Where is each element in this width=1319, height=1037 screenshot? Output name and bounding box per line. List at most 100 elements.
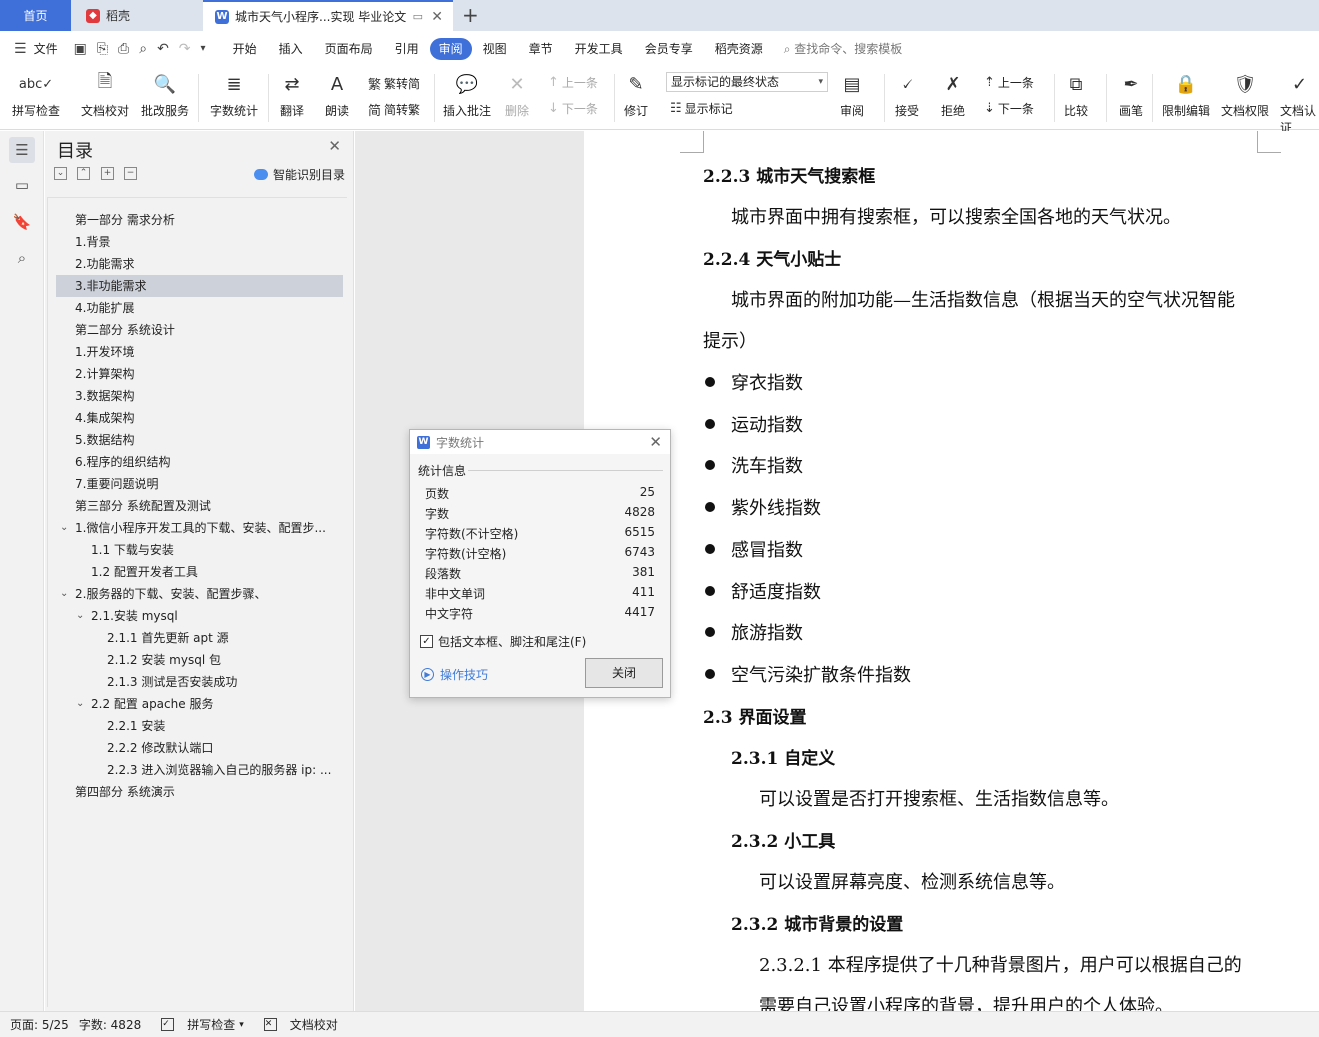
remove-heading-icon[interactable]: −	[124, 167, 137, 180]
batch-correct-button[interactable]: 🔍 批改服务	[141, 70, 189, 119]
dialog-titlebar[interactable]: W 字数统计	[410, 430, 670, 454]
toc-item[interactable]: ⌄ 2.2 配置 apache 服务	[56, 693, 343, 715]
simp-to-trad-button[interactable]: 简 简转繁	[368, 100, 420, 119]
track-changes-button[interactable]: ✎ 修订	[622, 70, 650, 119]
doc-cert-button[interactable]: ✓ 文档认证	[1280, 70, 1319, 136]
read-aloud-button[interactable]: A 朗读	[323, 70, 351, 119]
menu-item-docer-resources[interactable]: 稻壳资源	[704, 38, 774, 60]
tab-close-icon[interactable]: ✕	[431, 9, 443, 25]
spell-check-button[interactable]: abc✓ 拼写检查	[12, 70, 60, 119]
document-page[interactable]: 2.2.3 城市天气搜索框 城市界面中拥有搜索框，可以搜索全国各地的天气状况。 …	[584, 131, 1319, 1011]
print-preview-icon[interactable]: ⌕	[139, 41, 147, 57]
ink-button[interactable]: ✒ 画笔	[1117, 70, 1145, 119]
toc-item[interactable]: 7.重要问题说明	[56, 473, 343, 495]
toc-item[interactable]: 1.背景	[56, 231, 343, 253]
markup-state-select[interactable]: 显示标记的最终状态 ▾	[666, 72, 828, 92]
toc-item[interactable]: 第二部分 系统设计	[56, 319, 343, 341]
toc-item[interactable]: 2.功能需求	[56, 253, 343, 275]
expand-chevron-icon[interactable]: ⌄	[60, 517, 68, 539]
toc-item[interactable]: 第四部分 系统演示	[56, 781, 343, 803]
show-markup-button[interactable]: ☷ 显示标记	[670, 100, 733, 117]
toc-panel-icon[interactable]: ☰	[9, 137, 35, 163]
toc-item[interactable]: 1.开发环境	[56, 341, 343, 363]
next-comment-button[interactable]: ↓ 下一条	[548, 100, 598, 117]
include-textbox-checkbox[interactable]: ✓ 包括文本框、脚注和尾注(F)	[420, 633, 586, 650]
bookmark-icon[interactable]: 🔖	[9, 209, 35, 235]
undo-icon[interactable]: ↶	[157, 41, 169, 57]
toc-item[interactable]: 2.2.1 安装	[56, 715, 343, 737]
save-icon[interactable]: ▣	[74, 41, 87, 57]
add-heading-icon[interactable]: +	[101, 167, 114, 180]
tab-docer[interactable]: ◆ 稻壳	[72, 0, 202, 31]
tab-document[interactable]: W 城市天气小程序...实现 毕业论文 ▭ ✕	[203, 0, 453, 31]
prev-comment-button[interactable]: ↑ 上一条	[548, 74, 598, 91]
redo-icon[interactable]: ↷	[179, 41, 191, 57]
proofread-button[interactable]: 🗎 文档校对	[81, 70, 129, 119]
insert-comment-button[interactable]: 💬 插入批注	[443, 70, 491, 119]
toc-item[interactable]: 6.程序的组织结构	[56, 451, 343, 473]
menu-item-member[interactable]: 会员专享	[634, 38, 704, 60]
customize-chevron-icon[interactable]: ▾	[201, 43, 206, 54]
screen-mode-icon[interactable]: ▭	[413, 10, 423, 23]
reject-button[interactable]: ✗ 拒绝	[939, 70, 967, 119]
tab-home[interactable]: 首页	[0, 0, 71, 31]
status-proofread[interactable]: ✕ 文档校对	[254, 1016, 338, 1033]
page-indicator[interactable]: 页面: 5/25	[10, 1016, 69, 1033]
menu-item-layout[interactable]: 页面布局	[314, 38, 384, 60]
menu-file[interactable]: 文件	[32, 38, 69, 60]
collapse-all-icon[interactable]: ⌄	[54, 167, 67, 180]
dialog-close-button[interactable]: 关闭	[585, 658, 663, 688]
toc-item[interactable]: ⌄ 1.微信小程序开发工具的下载、安装、配置步...	[56, 517, 343, 539]
find-icon[interactable]: ⌕	[9, 245, 35, 271]
hamburger-icon[interactable]: ☰	[14, 41, 27, 57]
menu-item-insert[interactable]: 插入	[268, 38, 314, 60]
toc-item[interactable]: 2.计算架构	[56, 363, 343, 385]
toc-item[interactable]: ⌄ 2.服务器的下载、安装、配置步骤、	[56, 583, 343, 605]
toc-item[interactable]: 3.数据架构	[56, 385, 343, 407]
menu-item-start[interactable]: 开始	[222, 38, 268, 60]
menu-item-review[interactable]: 审阅	[429, 37, 472, 60]
command-search[interactable]: ⌕ 查找命令、搜索模板	[784, 40, 903, 57]
toc-item[interactable]: 4.集成架构	[56, 407, 343, 429]
expand-up-icon[interactable]: ⌃	[77, 167, 90, 180]
menu-item-references[interactable]: 引用	[384, 38, 430, 60]
dialog-close-icon[interactable]: ✕	[649, 433, 662, 451]
toc-item[interactable]: 3.非功能需求	[56, 275, 343, 297]
toc-item[interactable]: 1.1 下载与安装	[56, 539, 343, 561]
export-pdf-icon[interactable]: ⎘	[97, 41, 108, 57]
accept-button[interactable]: 🗸 接受	[893, 70, 921, 119]
close-icon[interactable]: ✕	[328, 137, 341, 155]
toc-item[interactable]: 2.1.2 安装 mysql 包	[56, 649, 343, 671]
compare-button[interactable]: ⧉ 比较	[1062, 70, 1090, 119]
smart-toc-button[interactable]: 智能识别目录	[253, 166, 345, 183]
word-count-button[interactable]: ≣ 字数统计	[210, 70, 258, 119]
expand-chevron-icon[interactable]: ⌄	[76, 693, 84, 715]
restrict-editing-button[interactable]: 🔒 限制编辑	[1162, 70, 1210, 119]
next-change-button[interactable]: ⇣ 下一条	[984, 100, 1034, 117]
menu-item-view[interactable]: 视图	[472, 38, 518, 60]
tips-link[interactable]: ▶ 操作技巧	[421, 666, 488, 683]
menu-item-section[interactable]: 章节	[518, 38, 564, 60]
doc-permission-button[interactable]: 🛡 文档权限	[1221, 70, 1269, 119]
toc-item[interactable]: 2.2.2 修改默认端口	[56, 737, 343, 759]
toc-item[interactable]: 2.1.3 测试是否安装成功	[56, 671, 343, 693]
chapter-nav-icon[interactable]: ▭	[9, 172, 35, 198]
word-count-indicator[interactable]: 字数: 4828	[79, 1016, 141, 1033]
menu-item-developer[interactable]: 开发工具	[564, 38, 634, 60]
review-pane-button[interactable]: ▤ 审阅	[838, 70, 866, 119]
status-spell-check[interactable]: ✓ 拼写检查 ▾	[151, 1016, 244, 1033]
toc-item[interactable]: 第一部分 需求分析	[56, 209, 343, 231]
toc-item[interactable]: 5.数据结构	[56, 429, 343, 451]
expand-chevron-icon[interactable]: ⌄	[60, 583, 68, 605]
toc-item[interactable]: 第三部分 系统配置及测试	[56, 495, 343, 517]
expand-chevron-icon[interactable]: ⌄	[76, 605, 84, 627]
toc-item[interactable]: 1.2 配置开发者工具	[56, 561, 343, 583]
toc-item[interactable]: 2.1.1 首先更新 apt 源	[56, 627, 343, 649]
delete-comment-button[interactable]: ✕ 删除	[503, 70, 531, 119]
toc-item[interactable]: 4.功能扩展	[56, 297, 343, 319]
toc-item[interactable]: 2.2.3 进入浏览器输入自己的服务器 ip: ...	[56, 759, 343, 781]
toc-item[interactable]: ⌄ 2.1.安装 mysql	[56, 605, 343, 627]
translate-button[interactable]: ⇄ 翻译	[278, 70, 306, 119]
prev-change-button[interactable]: ⇡ 上一条	[984, 74, 1034, 91]
trad-to-simp-button[interactable]: 繁 繁转简	[368, 74, 420, 93]
